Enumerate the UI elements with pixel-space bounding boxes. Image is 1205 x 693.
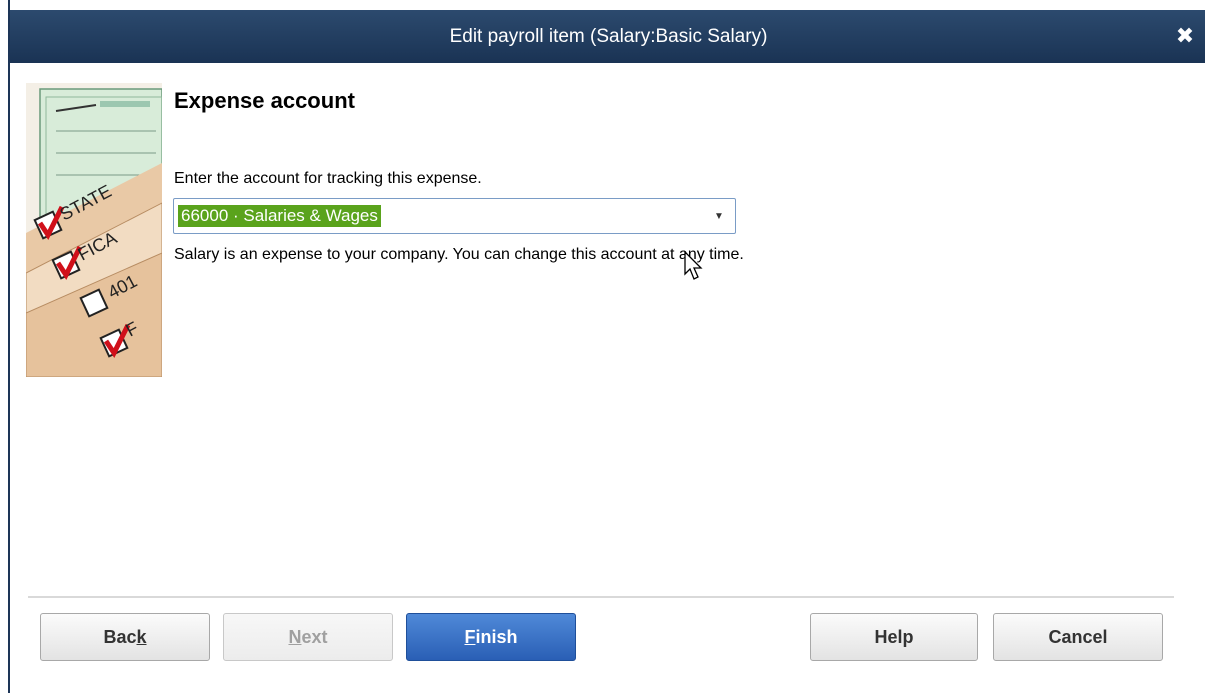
next-label-post: ext xyxy=(301,627,328,647)
edit-payroll-item-dialog: Edit payroll item (Salary:Basic Salary) … xyxy=(8,0,1205,693)
finish-label-post: inish xyxy=(475,627,518,647)
expense-account-value: 66000 · Salaries & Wages xyxy=(178,205,381,227)
account-prompt-label: Enter the account for tracking this expe… xyxy=(174,170,482,187)
back-label-key: k xyxy=(136,627,147,647)
expense-account-select[interactable]: 66000 · Salaries & Wages ▼ xyxy=(173,198,736,234)
finish-label-key: F xyxy=(464,627,476,647)
mouse-cursor-icon xyxy=(684,250,703,280)
next-label-key: N xyxy=(288,627,302,647)
cancel-button[interactable]: Cancel xyxy=(993,613,1163,661)
help-button[interactable]: Help xyxy=(810,613,978,661)
footer-divider xyxy=(28,596,1174,598)
window-title: Edit payroll item (Salary:Basic Salary) xyxy=(449,26,768,47)
account-note: Salary is an expense to your company. Yo… xyxy=(174,246,744,263)
next-button[interactable]: Next xyxy=(223,613,393,661)
back-label-pre: Bac xyxy=(103,627,137,647)
payroll-checklist-illustration: STATE FICA 401 F xyxy=(26,83,162,377)
finish-button[interactable]: Finish xyxy=(406,613,576,661)
back-button[interactable]: Back xyxy=(40,613,210,661)
page-heading: Expense account xyxy=(174,88,355,113)
close-icon[interactable]: ✖ xyxy=(1173,24,1197,48)
title-bar: Edit payroll item (Salary:Basic Salary) … xyxy=(10,10,1205,63)
chevron-down-icon[interactable]: ▼ xyxy=(709,207,729,227)
